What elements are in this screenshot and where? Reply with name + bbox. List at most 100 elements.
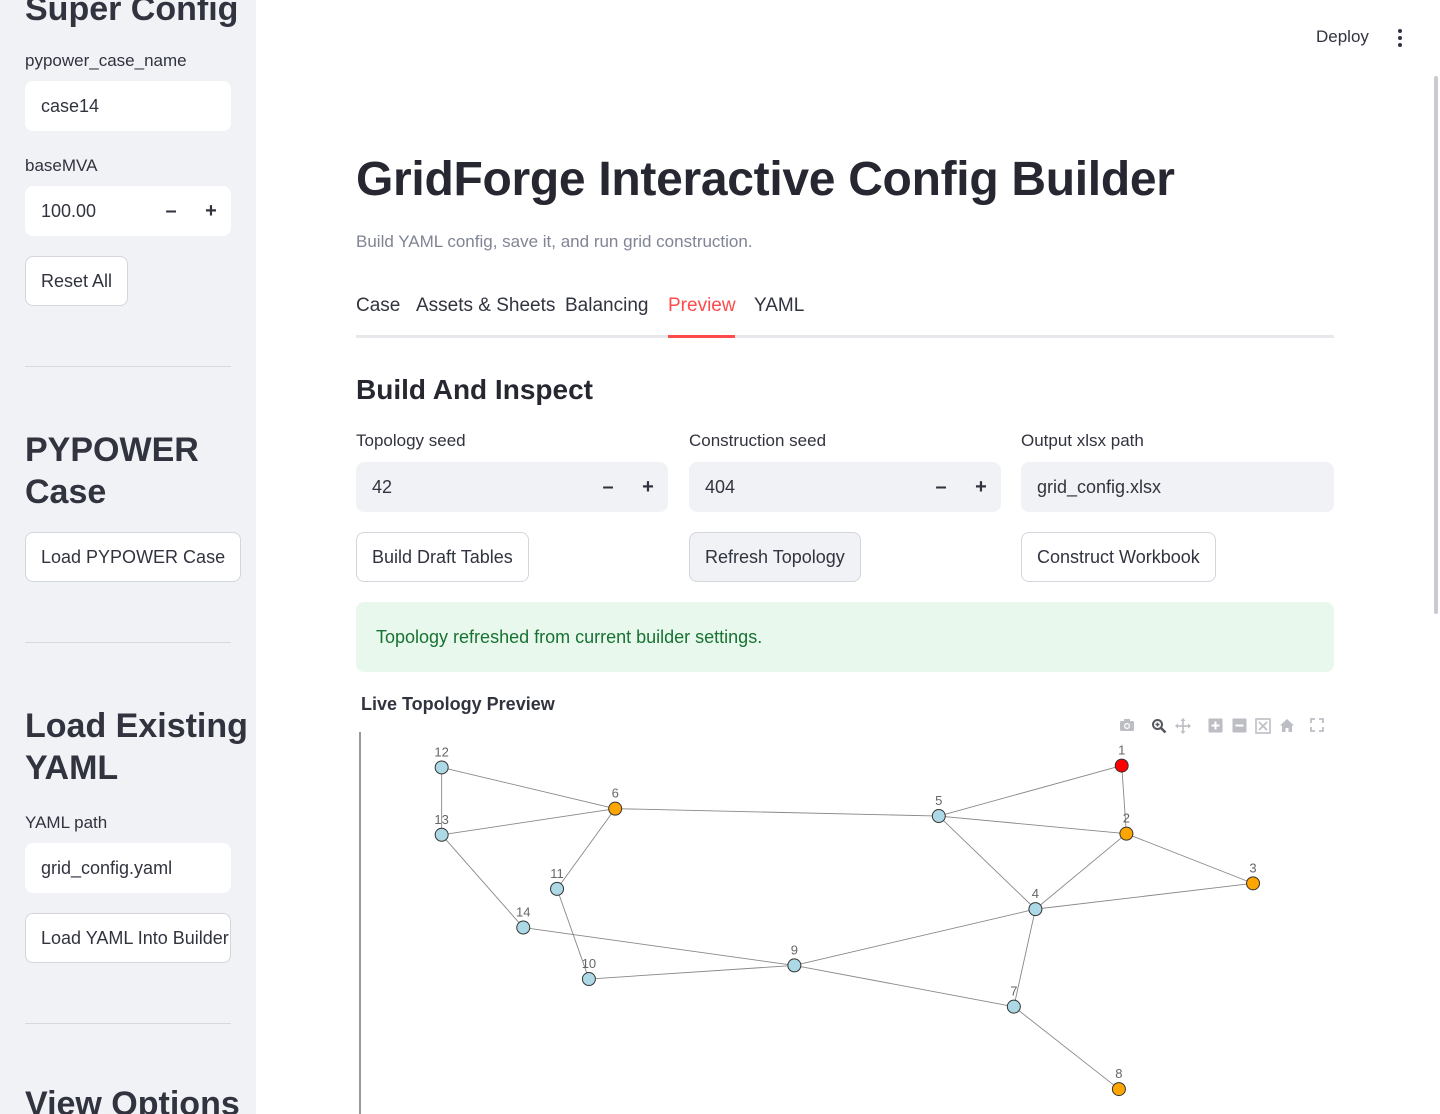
construction-seed-value: 404 xyxy=(705,476,736,497)
success-alert: Topology refreshed from current builder … xyxy=(356,602,1334,672)
construct-workbook-button[interactable]: Construct Workbook xyxy=(1021,532,1216,582)
topology-node[interactable] xyxy=(787,958,802,973)
topology-seed-decrement-button[interactable]: – xyxy=(588,476,628,499)
main-menu-icon[interactable] xyxy=(1396,29,1404,47)
construction-seed-input[interactable]: 404 – + xyxy=(689,462,1001,512)
sidebar: Super Config pypower_case_name case14 ba… xyxy=(0,0,256,1114)
yaml-path-label: YAML path xyxy=(25,813,108,832)
load-yaml-button[interactable]: Load YAML Into Builder xyxy=(25,913,231,963)
topology-node-label: 12 xyxy=(434,744,448,759)
basemva-value: 100.00 xyxy=(41,200,97,221)
topology-edge xyxy=(441,808,616,836)
topology-edge xyxy=(441,834,524,928)
topology-node[interactable] xyxy=(1028,902,1043,917)
sidebar-heading-pypower: PYPOWER Case xyxy=(25,429,199,513)
output-path-input[interactable]: grid_config.xlsx xyxy=(1021,462,1334,512)
load-pypower-case-button[interactable]: Load PYPOWER Case xyxy=(25,532,242,582)
topology-node[interactable] xyxy=(1246,876,1261,891)
output-path-value: grid_config.xlsx xyxy=(1037,476,1162,497)
edges-layer xyxy=(441,765,1254,1090)
topology-edge xyxy=(1035,882,1254,910)
topology-node-label: 5 xyxy=(935,793,942,808)
topology-edge xyxy=(1013,1006,1120,1090)
topology-node[interactable] xyxy=(931,809,946,824)
sidebar-heading-super-config: Super Config xyxy=(25,0,239,28)
sidebar-heading-load-yaml-line2: YAML xyxy=(25,749,119,787)
topology-node-label: 13 xyxy=(434,812,448,827)
topology-seed-input[interactable]: 42 – + xyxy=(356,462,668,512)
topology-edge xyxy=(938,815,1127,835)
topology-node-label: 9 xyxy=(791,942,798,957)
topology-seed-value: 42 xyxy=(372,476,393,497)
sidebar-heading-load-yaml-line1: Load Existing xyxy=(25,707,248,745)
topology-edge xyxy=(523,927,795,966)
sidebar-divider xyxy=(25,366,231,367)
sidebar-heading-pypower-line2: Case xyxy=(25,473,107,511)
topology-node[interactable] xyxy=(434,760,449,775)
tab-yaml[interactable]: YAML xyxy=(754,295,804,317)
basemva-decrement-button[interactable]: – xyxy=(151,200,191,223)
topology-seed-increment-button[interactable]: + xyxy=(628,476,668,499)
tab-bar: Case Assets & Sheets Balancing Preview Y… xyxy=(356,292,1334,338)
basemva-stepper: – + xyxy=(151,186,231,236)
main-scrollbar[interactable] xyxy=(1434,76,1438,614)
topology-edge xyxy=(615,808,939,817)
topology-node[interactable] xyxy=(581,972,596,987)
topology-seed-label: Topology seed xyxy=(356,431,466,450)
topology-edge xyxy=(588,964,795,980)
sidebar-heading-load-yaml: Load Existing YAML xyxy=(25,705,248,789)
topology-edge xyxy=(441,767,616,810)
deploy-button[interactable]: Deploy xyxy=(1316,27,1369,47)
output-path-label: Output xlsx path xyxy=(1021,431,1144,450)
sidebar-divider xyxy=(25,1023,231,1024)
tab-balancing[interactable]: Balancing xyxy=(565,295,648,317)
topology-node[interactable] xyxy=(1111,1082,1126,1097)
refresh-topology-button[interactable]: Refresh Topology xyxy=(689,532,861,582)
topology-node-label: 2 xyxy=(1123,811,1130,826)
construction-seed-decrement-button[interactable]: – xyxy=(921,476,961,499)
topology-seed-stepper: – + xyxy=(588,462,668,512)
yaml-path-input[interactable]: grid_config.yaml xyxy=(25,843,231,893)
topology-node[interactable] xyxy=(550,881,565,896)
topology-node-label: 8 xyxy=(1115,1066,1122,1081)
case-name-input[interactable]: case14 xyxy=(25,81,231,131)
page-title: GridForge Interactive Config Builder xyxy=(356,153,1175,206)
topology-node[interactable] xyxy=(516,920,531,935)
sidebar-heading-pypower-line1: PYPOWER xyxy=(25,431,199,469)
construction-seed-increment-button[interactable]: + xyxy=(961,476,1001,499)
topology-node-label: 4 xyxy=(1032,886,1039,901)
tab-preview[interactable]: Preview xyxy=(668,295,736,317)
topology-node[interactable] xyxy=(1119,826,1134,841)
topology-node[interactable] xyxy=(1006,999,1021,1014)
yaml-path-value: grid_config.yaml xyxy=(41,857,173,878)
topology-edge xyxy=(1126,833,1254,884)
topology-edge xyxy=(938,765,1122,817)
topology-node-label: 7 xyxy=(1010,984,1017,999)
tab-assets-sheets[interactable]: Assets & Sheets xyxy=(416,295,555,317)
topology-node-label: 10 xyxy=(582,956,596,971)
sidebar-divider xyxy=(25,642,231,643)
sidebar-heading-view-options: View Options xyxy=(25,1085,240,1114)
basemva-input[interactable]: 100.00 – + xyxy=(25,186,231,236)
topology-chart-svg[interactable]: 1234567891011121314 xyxy=(356,728,1334,1114)
build-draft-tables-button[interactable]: Build Draft Tables xyxy=(356,532,529,582)
topology-edge xyxy=(938,815,1036,910)
section-title: Build And Inspect xyxy=(356,374,593,405)
construction-seed-stepper: – + xyxy=(921,462,1001,512)
page-subtitle: Build YAML config, save it, and run grid… xyxy=(356,232,753,251)
topology-edge xyxy=(794,908,1036,966)
case-name-label: pypower_case_name xyxy=(25,51,187,70)
topology-node-label: 1 xyxy=(1118,743,1125,758)
topology-node-label: 14 xyxy=(516,905,530,920)
topology-node[interactable] xyxy=(608,801,623,816)
active-tab-indicator xyxy=(668,335,735,338)
topology-edge xyxy=(794,964,1014,1008)
tab-case[interactable]: Case xyxy=(356,295,400,317)
topology-chart[interactable]: 1 2 3 4 5 6 7 8 9 10 11 12 13 14 xyxy=(356,728,1334,1114)
basemva-increment-button[interactable]: + xyxy=(191,200,231,223)
topology-node[interactable] xyxy=(1114,758,1129,773)
basemva-label: baseMVA xyxy=(25,156,98,175)
topology-node-label: 6 xyxy=(612,786,619,801)
reset-all-button[interactable]: Reset All xyxy=(25,256,129,306)
topology-node[interactable] xyxy=(434,827,449,842)
